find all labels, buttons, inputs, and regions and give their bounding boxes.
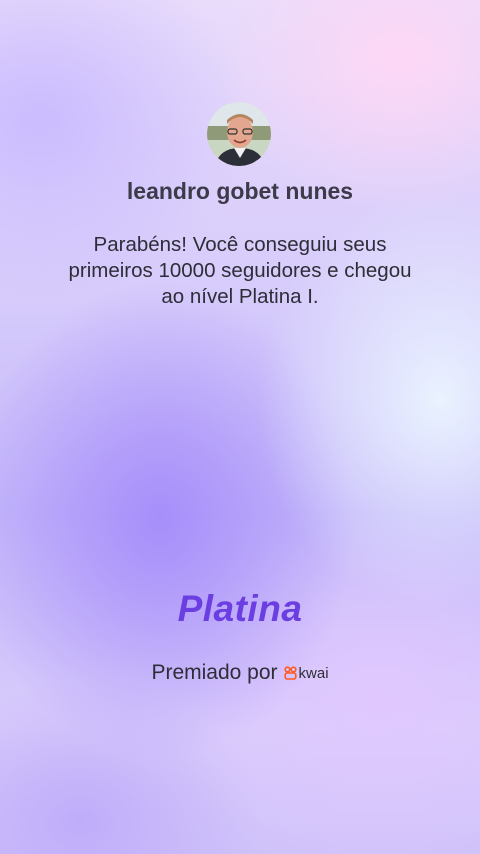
- awarded-by-label: Premiado por: [151, 661, 278, 684]
- achievement-message: Parabéns! Você conseguiu seus primeiros …: [68, 233, 412, 308]
- screen: { "user": { "name": "leandro gobet nunes…: [0, 0, 480, 854]
- user-name: leandro gobet nunes: [126, 178, 354, 204]
- kwai-logo-icon: [283, 666, 297, 680]
- brand-name: kwai: [298, 664, 329, 682]
- avatar: [207, 102, 271, 166]
- user-photo: [207, 102, 271, 166]
- tier-title: Platina: [177, 588, 303, 629]
- kwai-brand: kwai: [283, 664, 329, 682]
- awarded-by: Premiado por kwai: [0, 661, 480, 685]
